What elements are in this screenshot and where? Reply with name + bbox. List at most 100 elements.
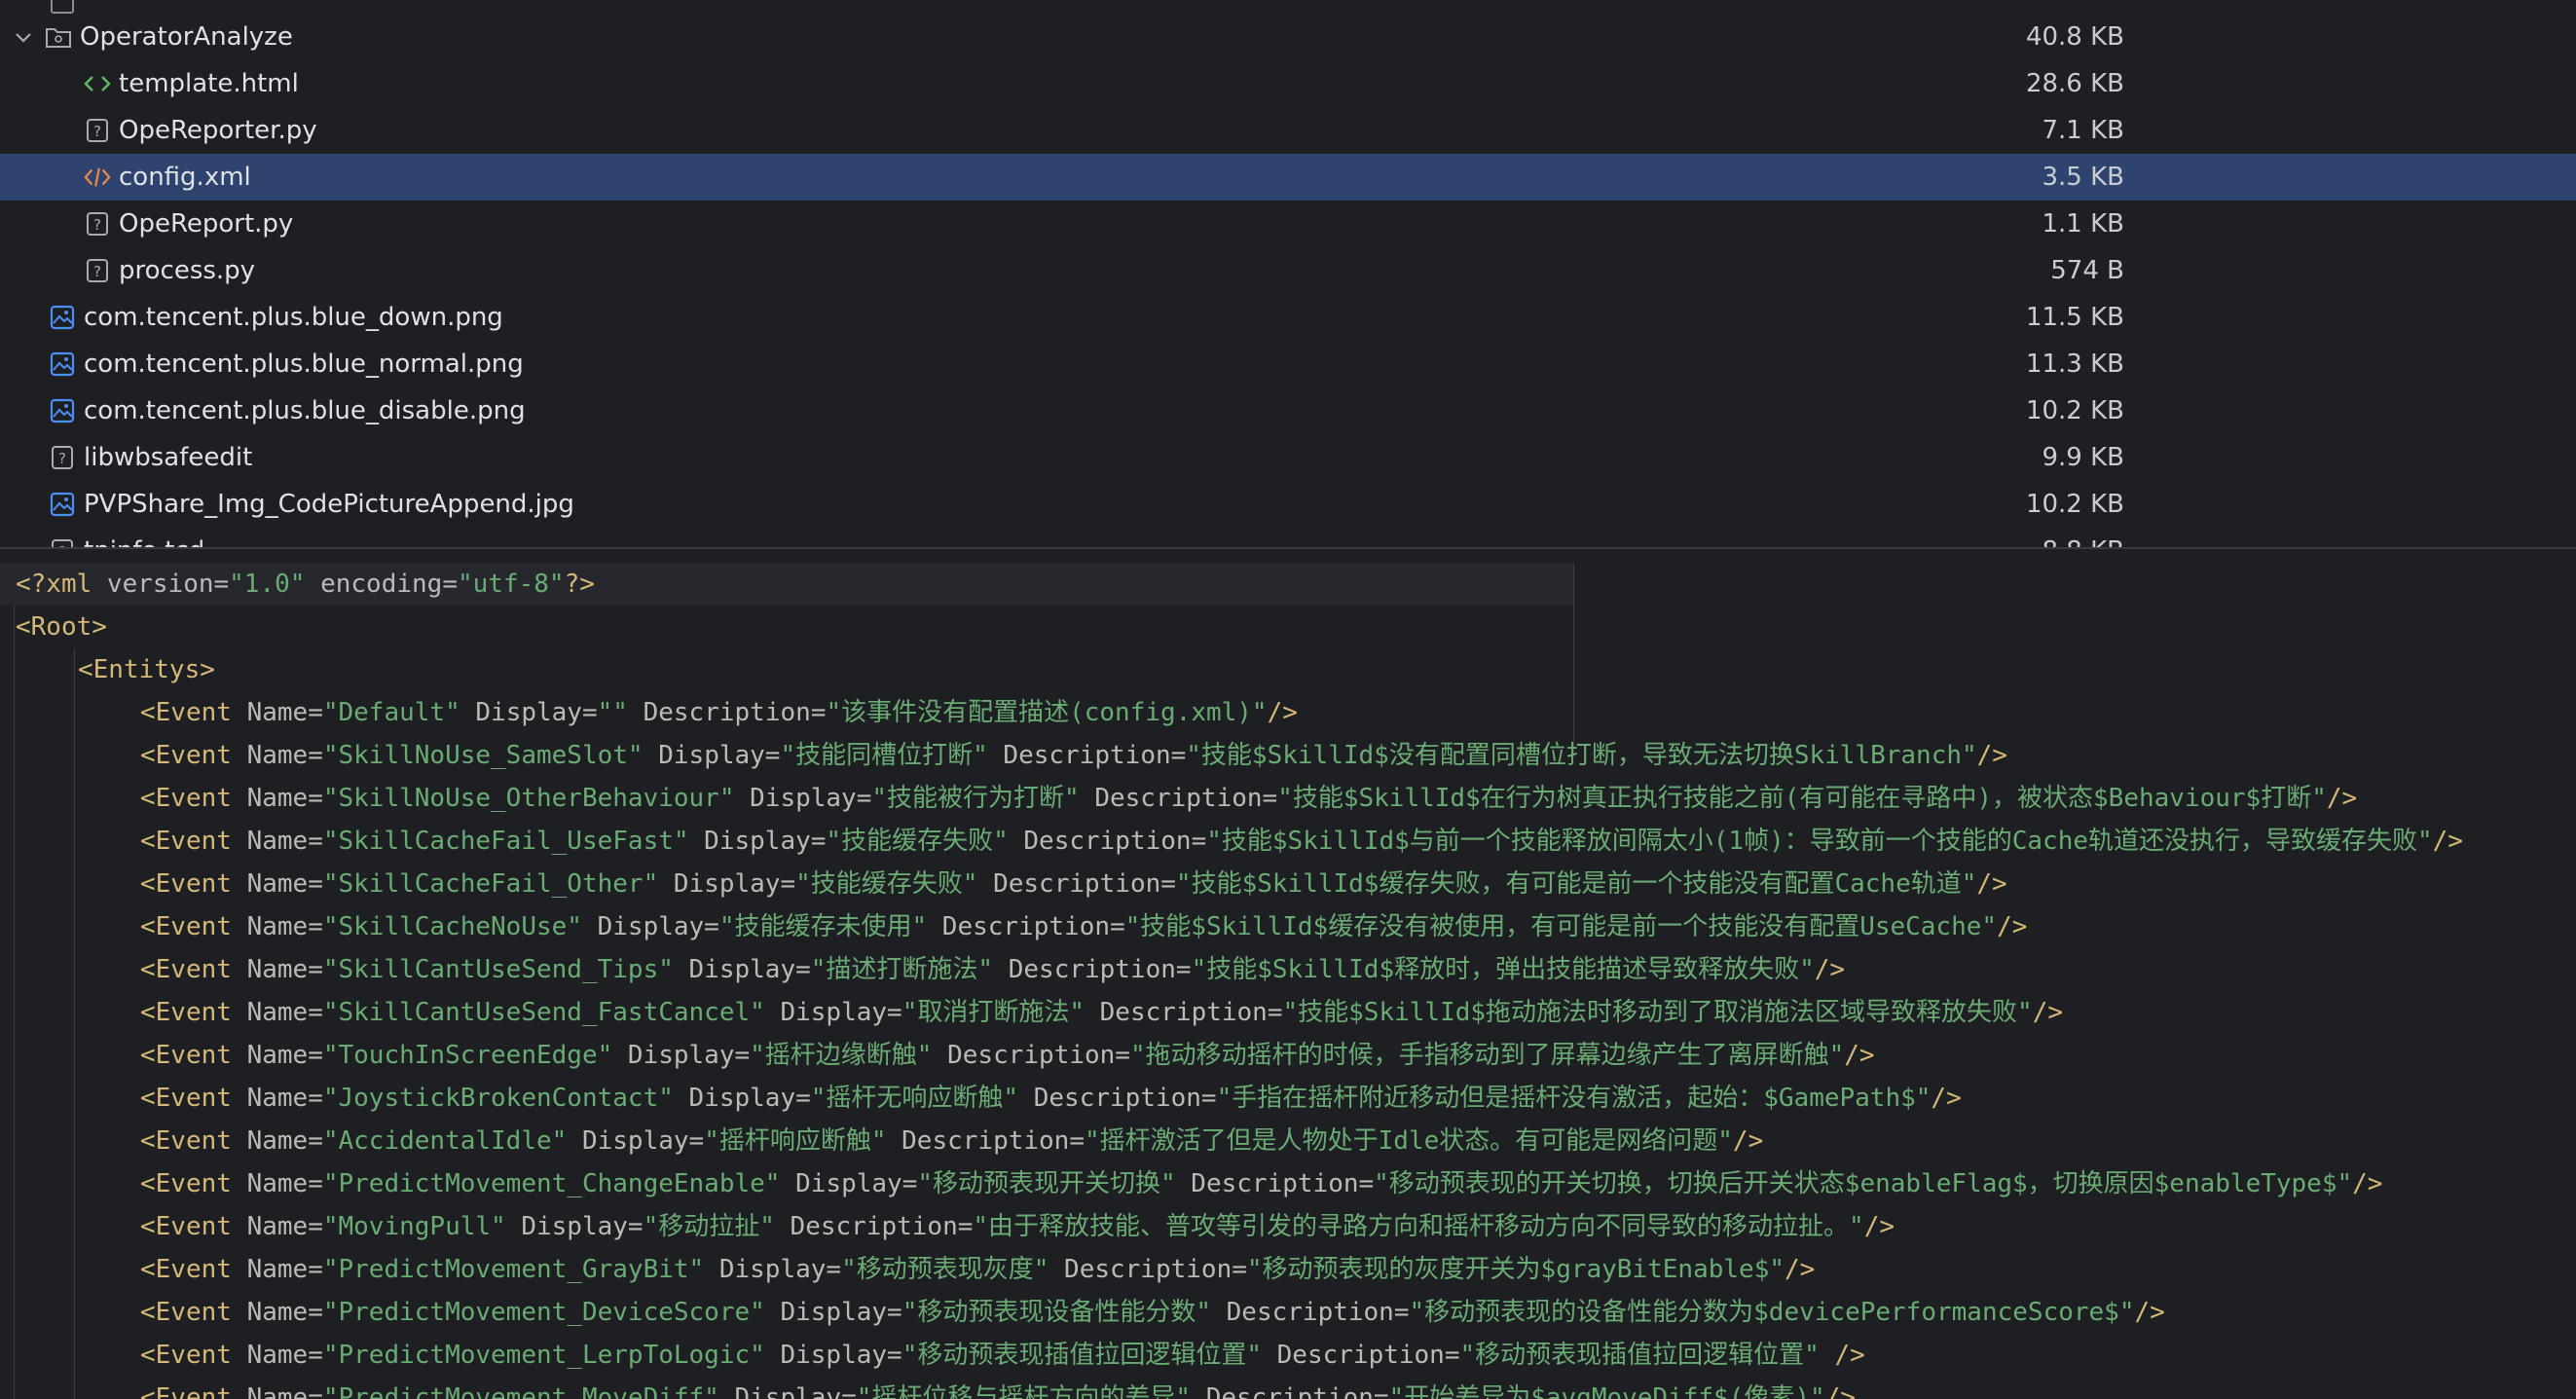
project-file-tree: OperatorAnalyze 40.8 KB template.html 28.… bbox=[0, 0, 2576, 549]
code-line-event[interactable]: <Event Name="TouchInScreenEdge" Display=… bbox=[140, 1034, 1875, 1077]
xml-tag: <Entitys> bbox=[78, 655, 215, 684]
xml-attr-name: Description= bbox=[1049, 1255, 1247, 1284]
xml-attr-name: Display= bbox=[718, 1383, 857, 1399]
code-line-event[interactable]: <Event Name="SkillCantUseSend_FastCancel… bbox=[140, 991, 2063, 1034]
xml-attr-name: Name= bbox=[231, 1084, 323, 1113]
xml-tag: <Event bbox=[140, 1041, 232, 1070]
xml-tag-close: /> bbox=[1824, 1383, 1856, 1399]
code-editor[interactable]: <?xml version="1.0" encoding="utf-8"?> <… bbox=[0, 563, 2576, 1399]
xml-attr-value: "技能$SkillId$缓存没有被使用，有可能是前一个技能没有配置UseCach… bbox=[1124, 912, 1998, 941]
xml-tag: <Event bbox=[140, 1084, 232, 1113]
xml-attr-value: "PredictMovement_GrayBit" bbox=[322, 1255, 705, 1284]
code-line-event[interactable]: <Event Name="JoystickBrokenContact" Disp… bbox=[140, 1077, 1962, 1120]
xml-attr-value: "SkillCacheFail_UseFast" bbox=[322, 827, 689, 856]
tree-item-file[interactable]: PVPShare_Img_CodePictureAppend.jpg 10.2 K… bbox=[0, 481, 2576, 528]
xml-attr-value: "技能缓存失败" bbox=[795, 869, 978, 899]
xml-attr-name: Name= bbox=[231, 1212, 323, 1241]
indent-guide bbox=[74, 648, 75, 1399]
xml-attr-name: Display= bbox=[764, 998, 902, 1027]
xml-attr-value: "移动预表现设备性能分数" bbox=[902, 1298, 1211, 1327]
code-line-event[interactable]: <Event Name="SkillCacheFail_UseFast" Dis… bbox=[140, 820, 2463, 863]
xml-attr-name: Name= bbox=[231, 1298, 323, 1327]
xml-tag: <Event bbox=[140, 698, 232, 727]
xml-attr-value: "移动预表现的开关切换，切换后开关状态$enableFlag$，切换原因$ena… bbox=[1374, 1169, 2353, 1198]
xml-attr-value: "由于释放技能、普攻等引发的寻路方向和摇杆移动方向不同导致的移动拉扯。" bbox=[973, 1212, 1864, 1241]
xml-attr-value: "拖动移动摇杆的时候，手指移动到了屏幕边缘产生了离屏断触" bbox=[1129, 1041, 1845, 1070]
xml-attr-name: Display= bbox=[764, 1341, 902, 1370]
tree-item-file[interactable]: config.xml 3.5 KB bbox=[0, 154, 2576, 201]
xml-attr-name: Name= bbox=[231, 869, 323, 899]
xml-attr-name: Name= bbox=[231, 1169, 323, 1198]
code-line-root[interactable]: <Root> bbox=[16, 606, 107, 648]
file-size: 28.6 KB bbox=[2025, 69, 2124, 98]
code-line-event[interactable]: <Event Name="PredictMovement_MoveDiff" D… bbox=[140, 1377, 1856, 1399]
xml-attr-value: "该事件没有配置描述(config.xml)" bbox=[826, 698, 1268, 727]
tree-item-file[interactable]: template.html 28.6 KB bbox=[0, 60, 2576, 107]
chevron-down-icon[interactable] bbox=[12, 25, 35, 49]
code-line-xml-declaration[interactable]: <?xml version="1.0" encoding="utf-8"?> bbox=[0, 563, 1573, 606]
xml-attr-value: "SkillCantUseSend_Tips" bbox=[322, 955, 674, 984]
code-line-event[interactable]: <Event Name="PredictMovement_GrayBit" Di… bbox=[140, 1248, 1815, 1291]
xml-tag-close: /> bbox=[1931, 1084, 1962, 1113]
code-line-event[interactable]: <Event Name="SkillNoUse_SameSlot" Displa… bbox=[140, 734, 2007, 777]
xml-attr-value: "摇杆响应断触" bbox=[704, 1126, 887, 1156]
xml-attr-name: Name= bbox=[231, 784, 323, 813]
xml-attr-name: Description= bbox=[774, 1212, 974, 1241]
xml-attr-value: "摇杆无响应断触" bbox=[810, 1084, 1019, 1113]
code-line-event[interactable]: <Event Name="PredictMovement_DeviceScore… bbox=[140, 1291, 2165, 1334]
code-line-event[interactable]: <Event Name="Default" Display="" Descrip… bbox=[140, 691, 1298, 734]
xml-attr-value: "MovingPull" bbox=[322, 1212, 506, 1241]
xml-tag: <Event bbox=[140, 1341, 232, 1370]
tree-item-label: template.html bbox=[119, 69, 299, 98]
xml-attr-name: Display= bbox=[612, 1041, 751, 1070]
xml-attr-name: Name= bbox=[231, 912, 323, 941]
xml-tag-close: /> bbox=[2352, 1169, 2383, 1198]
xml-attr-value: "Default" bbox=[322, 698, 460, 727]
unknown-file-icon: ? bbox=[84, 117, 111, 144]
tree-item-file[interactable]: ? OpeReport.py 1.1 KB bbox=[0, 201, 2576, 247]
code-line-event[interactable]: <Event Name="PredictMovement_LerpToLogic… bbox=[140, 1334, 1865, 1377]
xml-attr-value: "移动预表现的灰度开关为$grayBitEnable$" bbox=[1246, 1255, 1785, 1284]
tree-folder-operatoranalyze[interactable]: OperatorAnalyze 40.8 KB bbox=[0, 14, 2576, 60]
code-line-entitys[interactable]: <Entitys> bbox=[78, 648, 215, 691]
code-line-event[interactable]: <Event Name="AccidentalIdle" Display="摇杆… bbox=[140, 1120, 1763, 1162]
code-line-event[interactable]: <Event Name="SkillCantUseSend_Tips" Disp… bbox=[140, 948, 1845, 991]
xml-attr-value: "技能缓存未使用" bbox=[718, 912, 928, 941]
xml-tag: <Event bbox=[140, 827, 232, 856]
tree-item-file[interactable]: com.tencent.plus.blue_down.png 11.5 KB bbox=[0, 294, 2576, 341]
xml-tag-close: /> bbox=[1976, 869, 2007, 899]
tree-item-label: com.tencent.plus.blue_normal.png bbox=[84, 350, 524, 379]
code-line-event[interactable]: <Event Name="SkillCacheFail_Other" Displ… bbox=[140, 863, 2007, 905]
xml-attr-value: "开始差异为$avgMoveDiff$(像素)" bbox=[1388, 1383, 1825, 1399]
xml-attr-name: Name= bbox=[231, 1126, 323, 1156]
code-line-event[interactable]: <Event Name="SkillCacheNoUse" Display="技… bbox=[140, 905, 2027, 948]
tree-item-file[interactable]: com.tencent.plus.blue_normal.png 11.3 KB bbox=[0, 341, 2576, 387]
image-icon bbox=[49, 304, 76, 331]
code-line-event[interactable]: <Event Name="PredictMovement_ChangeEnabl… bbox=[140, 1162, 2382, 1205]
xml-tag: <Event bbox=[140, 1255, 232, 1284]
xml-attr-value: "摇杆激活了但是人物处于Idle状态。有可能是网络问题" bbox=[1085, 1126, 1733, 1156]
xml-tag: <Event bbox=[140, 1212, 232, 1241]
xml-decl-close: ?> bbox=[564, 570, 595, 599]
xml-attr-name: Display= bbox=[704, 1255, 842, 1284]
xml-attr-name: Description= bbox=[1008, 827, 1207, 856]
xml-attr-name: Description= bbox=[993, 955, 1192, 984]
code-line-event[interactable]: <Event Name="MovingPull" Display="移动拉扯" … bbox=[140, 1205, 1895, 1248]
tree-item-file[interactable]: ? libwbsafeedit 9.9 KB bbox=[0, 434, 2576, 481]
xml-tag: <Event bbox=[140, 784, 232, 813]
tree-item-file[interactable]: com.tencent.plus.blue_disable.png 10.2 KB bbox=[0, 387, 2576, 434]
tree-item-file[interactable]: ? tpinfo.tcd 8.8 KB bbox=[0, 528, 2576, 547]
xml-attr-value: "描述打断施法" bbox=[810, 955, 994, 984]
xml-attr-name: Description= bbox=[886, 1126, 1085, 1156]
xml-tag-close: /> bbox=[1785, 1255, 1816, 1284]
xml-tag: <Event bbox=[140, 955, 232, 984]
image-icon bbox=[49, 350, 76, 378]
xml-attr-value: "移动拉扯" bbox=[643, 1212, 775, 1241]
tree-item-file[interactable]: ? process.py 574 B bbox=[0, 247, 2576, 294]
tree-item-file[interactable]: ? OpeReporter.py 7.1 KB bbox=[0, 107, 2576, 154]
xml-attr-value: "技能$SkillId$释放时，弹出技能描述导致释放失败" bbox=[1191, 955, 1815, 984]
xml-attr-value: "手指在摇杆附近移动但是摇杆没有激活，起始：$GamePath$" bbox=[1216, 1084, 1932, 1113]
file-size: 3.5 KB bbox=[2042, 163, 2125, 192]
code-line-event[interactable]: <Event Name="SkillNoUse_OtherBehaviour" … bbox=[140, 777, 2357, 820]
xml-attr-value: "SkillCacheNoUse" bbox=[322, 912, 582, 941]
